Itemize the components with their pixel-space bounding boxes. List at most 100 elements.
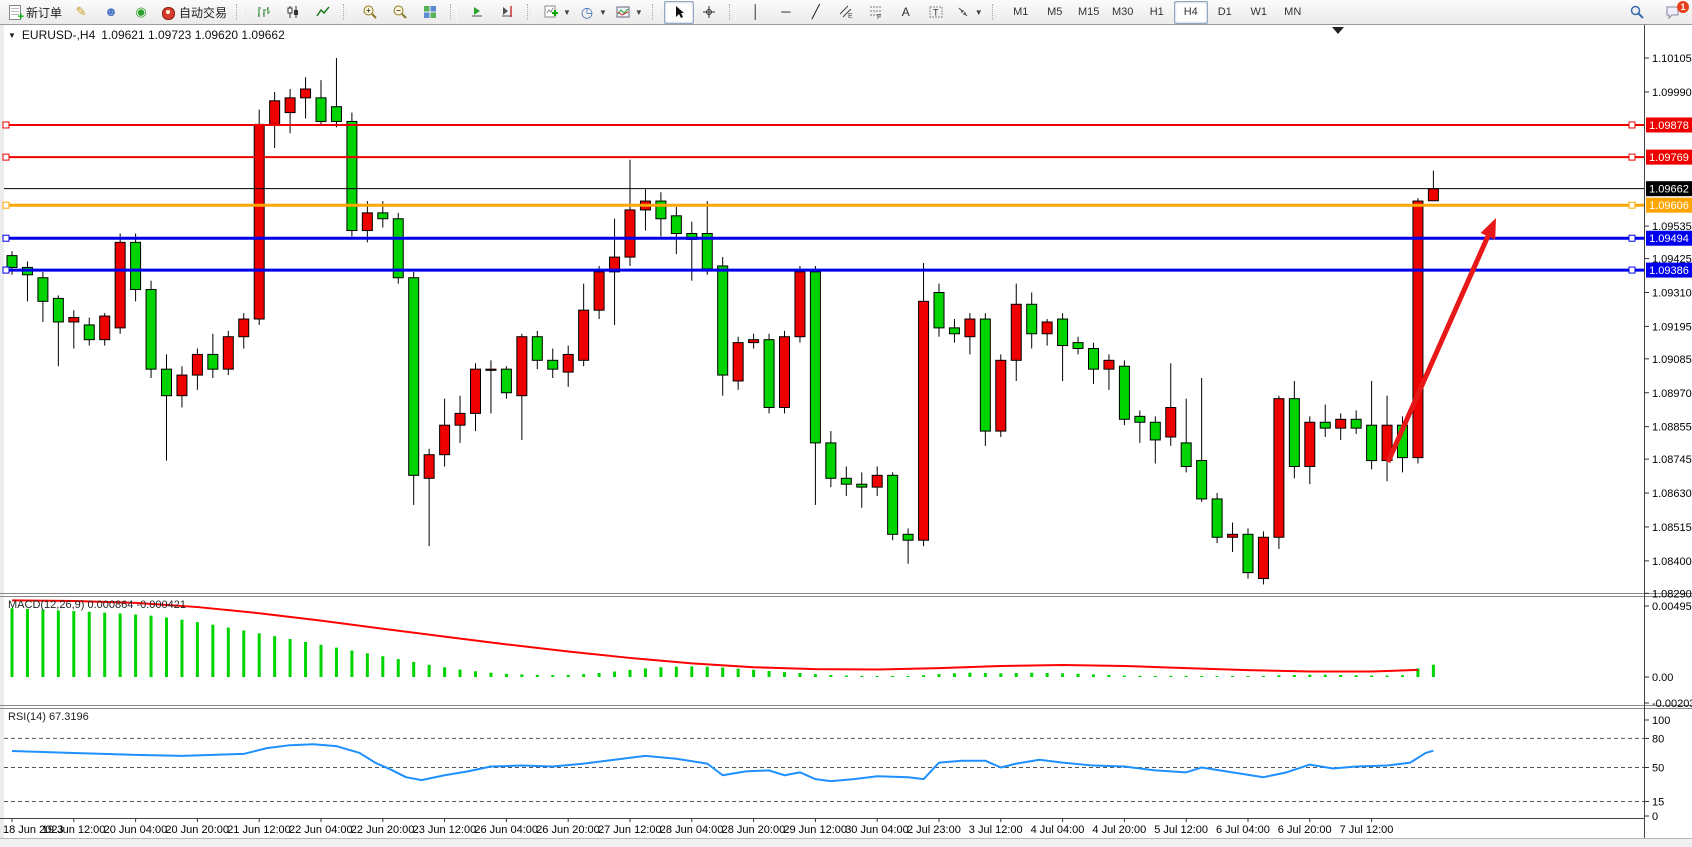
timeframe-button-m30[interactable]: M30 <box>1106 1 1140 24</box>
candle-body <box>424 455 434 479</box>
macd-histogram-bar <box>860 676 863 677</box>
line-handle[interactable] <box>3 235 9 241</box>
macd-histogram-bar <box>1046 673 1049 677</box>
line-handle[interactable] <box>1629 202 1635 208</box>
candle-body <box>1104 360 1114 369</box>
macd-axis-label: 0.004954 <box>1652 601 1692 613</box>
timeframe-button-w1[interactable]: W1 <box>1242 1 1276 24</box>
time-tick-label: 4 Jul 04:00 <box>1031 824 1085 836</box>
price-tick-label: 1.08290 <box>1652 588 1692 600</box>
vertical-line-icon: │ <box>748 4 764 20</box>
autotrading-button[interactable]: 自动交易 <box>156 1 231 24</box>
line-handle[interactable] <box>1629 122 1635 128</box>
candlestick-chart-button[interactable] <box>278 1 308 24</box>
mql5-community-button[interactable]: ☻ <box>96 1 126 24</box>
macd-histogram-bar <box>1092 674 1095 677</box>
macd-histogram-bar <box>11 608 14 677</box>
candle-body <box>440 425 450 454</box>
candle-body <box>872 475 882 487</box>
indicators-button[interactable]: ▼ <box>539 1 575 24</box>
text-tool-button[interactable]: A <box>891 1 921 24</box>
macd-histogram-bar <box>768 671 771 677</box>
chart-shift-button[interactable] <box>492 1 522 24</box>
macd-histogram-bar <box>242 630 245 677</box>
line-handle[interactable] <box>3 122 9 128</box>
candle-body <box>996 360 1006 431</box>
macd-histogram-bar <box>675 667 678 677</box>
line-handle[interactable] <box>3 154 9 160</box>
macd-histogram-bar <box>1216 676 1219 677</box>
toolbar-separator <box>992 4 999 20</box>
crosshair-button[interactable] <box>694 1 724 24</box>
equidistant-channel-button[interactable]: E <box>831 1 861 24</box>
tile-windows-button[interactable] <box>415 1 445 24</box>
candle-body <box>841 478 851 484</box>
auto-scroll-button[interactable] <box>462 1 492 24</box>
line-handle[interactable] <box>1629 235 1635 241</box>
metaeditor-button[interactable]: ✎ <box>66 1 96 24</box>
macd-histogram-bar <box>26 609 29 677</box>
macd-histogram-bar <box>196 622 199 677</box>
notifications-button[interactable]: 1 <box>1658 1 1688 24</box>
search-button[interactable] <box>1622 1 1652 24</box>
macd-histogram-bar <box>1061 673 1064 677</box>
price-tick-label: 1.09310 <box>1652 287 1692 299</box>
new-order-icon: + <box>7 4 23 20</box>
macd-axis-label: 0.00 <box>1652 672 1673 684</box>
macd-histogram-bar <box>829 675 832 677</box>
zoom-out-button[interactable] <box>385 1 415 24</box>
candle-body <box>115 242 125 328</box>
new-order-button[interactable]: + 新订单 <box>3 1 66 24</box>
chart-title[interactable]: ▼ EURUSD-,H4 1.09621 1.09723 1.09620 1.0… <box>8 28 285 42</box>
timeframe-button-d1[interactable]: D1 <box>1208 1 1242 24</box>
toolbar-separator <box>652 4 659 20</box>
line-handle[interactable] <box>1629 154 1635 160</box>
macd-histogram-bar <box>273 636 276 677</box>
timeframe-button-m15[interactable]: M15 <box>1072 1 1106 24</box>
timeframe-button-m5[interactable]: M5 <box>1038 1 1072 24</box>
templates-button[interactable]: ▼ <box>611 1 647 24</box>
macd-histogram-bar <box>938 674 941 677</box>
cursor-icon <box>671 4 687 20</box>
trendline-icon: ╱ <box>808 4 824 20</box>
bar-chart-button[interactable] <box>248 1 278 24</box>
price-tick-label: 1.08745 <box>1652 454 1692 466</box>
line-handle[interactable] <box>3 202 9 208</box>
macd-histogram-bar <box>1107 675 1110 677</box>
macd-histogram-bar <box>737 669 740 677</box>
candle-body <box>1042 322 1052 334</box>
line-handle[interactable] <box>1629 267 1635 273</box>
zoom-in-button[interactable] <box>355 1 385 24</box>
macd-histogram-bar <box>783 672 786 677</box>
candlestick-chart-icon <box>285 4 301 20</box>
candle-body <box>579 310 589 360</box>
text-label-tool-button[interactable]: T <box>921 1 951 24</box>
candle-body <box>1166 408 1176 437</box>
bar-chart-icon <box>255 4 271 20</box>
line-chart-button[interactable] <box>308 1 338 24</box>
vertical-line-tool-button[interactable]: │ <box>741 1 771 24</box>
macd-histogram-bar <box>613 672 616 677</box>
price-badge-1.09769: 1.09769 <box>1646 150 1692 165</box>
arrows-tool-button[interactable]: ▼ <box>951 1 987 24</box>
timeframe-button-mn[interactable]: MN <box>1276 1 1310 24</box>
signals-button[interactable]: ◉ <box>126 1 156 24</box>
macd-histogram-bar <box>335 648 338 677</box>
chart-canvas[interactable]: 1.101051.099901.095351.094251.093101.091… <box>0 0 1692 846</box>
price-tick-label: 1.08515 <box>1652 522 1692 534</box>
time-tick-label: 3 Jul 12:00 <box>969 824 1023 836</box>
macd-histogram-bar <box>845 676 848 677</box>
cursor-button[interactable] <box>664 1 694 24</box>
timeframe-button-m1[interactable]: M1 <box>1004 1 1038 24</box>
macd-histogram-bar <box>520 674 523 677</box>
horizontal-line-tool-button[interactable]: ─ <box>771 1 801 24</box>
candle-body <box>1320 422 1330 428</box>
timeframe-button-h1[interactable]: H1 <box>1140 1 1174 24</box>
line-handle[interactable] <box>3 267 9 273</box>
chevron-down-icon: ▼ <box>635 8 643 17</box>
candle-body <box>718 266 728 375</box>
periods-button[interactable]: ◷ ▼ <box>575 1 611 24</box>
timeframe-button-h4[interactable]: H4 <box>1174 1 1208 24</box>
fibonacci-tool-button[interactable]: F <box>861 1 891 24</box>
trendline-tool-button[interactable]: ╱ <box>801 1 831 24</box>
